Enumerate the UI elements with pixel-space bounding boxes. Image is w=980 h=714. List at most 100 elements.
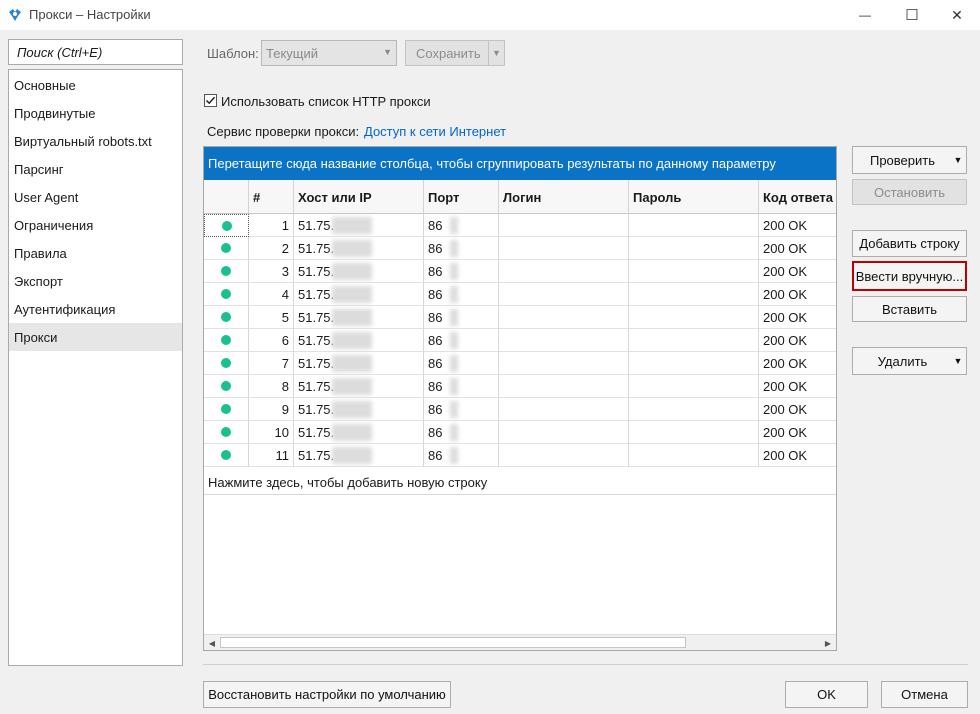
response-code-cell[interactable]: 200 OK (759, 260, 836, 283)
login-cell[interactable] (499, 283, 629, 306)
status-cell[interactable] (204, 398, 249, 421)
nav-item-export[interactable]: Экспорт (9, 267, 182, 295)
status-cell[interactable] (204, 283, 249, 306)
login-cell[interactable] (499, 352, 629, 375)
login-cell[interactable] (499, 375, 629, 398)
login-cell[interactable] (499, 214, 629, 237)
scroll-left-icon[interactable]: ◀ (204, 635, 220, 650)
chevron-down-icon[interactable]: ▼ (950, 348, 966, 374)
password-cell[interactable] (629, 283, 759, 306)
password-cell[interactable] (629, 329, 759, 352)
password-cell[interactable] (629, 421, 759, 444)
number-cell[interactable]: 2 (249, 237, 294, 260)
password-cell[interactable] (629, 444, 759, 467)
host-cell[interactable]: 51.75. (294, 283, 424, 306)
login-cell[interactable] (499, 329, 629, 352)
column-header-login[interactable]: Логин (499, 180, 629, 214)
close-button[interactable]: ✕ (934, 0, 980, 30)
port-cell[interactable]: 86 (424, 306, 499, 329)
delete-button[interactable]: Удалить ▼ (852, 347, 967, 375)
stop-button[interactable]: Остановить (852, 179, 967, 205)
host-cell[interactable]: 51.75. (294, 237, 424, 260)
number-cell[interactable]: 3 (249, 260, 294, 283)
port-cell[interactable]: 86 (424, 352, 499, 375)
host-cell[interactable]: 51.75. (294, 375, 424, 398)
response-code-cell[interactable]: 200 OK (759, 375, 836, 398)
column-header-number[interactable]: # (249, 180, 294, 214)
nav-item-user-agent[interactable]: User Agent (9, 183, 182, 211)
response-code-cell[interactable]: 200 OK (759, 398, 836, 421)
status-cell[interactable] (204, 329, 249, 352)
horizontal-scrollbar[interactable]: ◀ ▶ (204, 634, 836, 650)
status-cell[interactable] (204, 375, 249, 398)
response-code-cell[interactable]: 200 OK (759, 352, 836, 375)
manual-input-button[interactable]: Ввести вручную... (852, 261, 967, 291)
nav-item-proxy[interactable]: Прокси (9, 323, 182, 351)
password-cell[interactable] (629, 398, 759, 421)
host-cell[interactable]: 51.75. (294, 421, 424, 444)
status-cell[interactable] (204, 444, 249, 467)
password-cell[interactable] (629, 352, 759, 375)
port-cell[interactable]: 86 (424, 375, 499, 398)
password-cell[interactable] (629, 214, 759, 237)
response-code-cell[interactable]: 200 OK (759, 329, 836, 352)
use-proxy-label[interactable]: Использовать список HTTP прокси (221, 94, 431, 109)
status-cell[interactable] (204, 352, 249, 375)
status-cell[interactable] (204, 421, 249, 444)
template-select[interactable]: Текущий ▼ (261, 40, 397, 66)
login-cell[interactable] (499, 398, 629, 421)
number-cell[interactable]: 10 (249, 421, 294, 444)
check-button[interactable]: Проверить ▼ (852, 146, 967, 174)
nav-item-authentication[interactable]: Аутентификация (9, 295, 182, 323)
maximize-button[interactable]: ☐ (889, 0, 935, 30)
nav-item-advanced[interactable]: Продвинутые (9, 99, 182, 127)
login-cell[interactable] (499, 444, 629, 467)
number-cell[interactable]: 6 (249, 329, 294, 352)
nav-item-limits[interactable]: Ограничения (9, 211, 182, 239)
settings-search-input[interactable]: Поиск (Ctrl+E) (8, 39, 183, 65)
password-cell[interactable] (629, 375, 759, 398)
response-code-cell[interactable]: 200 OK (759, 237, 836, 260)
password-cell[interactable] (629, 306, 759, 329)
port-cell[interactable]: 86 (424, 237, 499, 260)
login-cell[interactable] (499, 421, 629, 444)
save-template-button[interactable]: Сохранить ▼ (405, 40, 505, 66)
host-cell[interactable]: 51.75. (294, 329, 424, 352)
login-cell[interactable] (499, 306, 629, 329)
add-new-row[interactable]: Нажмите здесь, чтобы добавить новую стро… (204, 468, 836, 495)
login-cell[interactable] (499, 260, 629, 283)
host-cell[interactable]: 51.75. (294, 306, 424, 329)
number-cell[interactable]: 8 (249, 375, 294, 398)
port-cell[interactable]: 86 (424, 421, 499, 444)
host-cell[interactable]: 51.75. (294, 260, 424, 283)
response-code-cell[interactable]: 200 OK (759, 283, 836, 306)
nav-item-rules[interactable]: Правила (9, 239, 182, 267)
number-cell[interactable]: 7 (249, 352, 294, 375)
paste-button[interactable]: Вставить (852, 296, 967, 322)
response-code-cell[interactable]: 200 OK (759, 306, 836, 329)
status-cell[interactable] (204, 260, 249, 283)
port-cell[interactable]: 86 (424, 260, 499, 283)
password-cell[interactable] (629, 237, 759, 260)
scrollbar-thumb[interactable] (220, 637, 686, 648)
host-cell[interactable]: 51.75. (294, 398, 424, 421)
login-cell[interactable] (499, 237, 629, 260)
ok-button[interactable]: OK (785, 681, 868, 708)
number-cell[interactable]: 5 (249, 306, 294, 329)
nav-item-parsing[interactable]: Парсинг (9, 155, 182, 183)
use-proxy-checkbox[interactable] (204, 94, 217, 107)
port-cell[interactable]: 86 (424, 283, 499, 306)
cancel-button[interactable]: Отмена (881, 681, 968, 708)
status-cell[interactable] (204, 306, 249, 329)
nav-item-general[interactable]: Основные (9, 71, 182, 99)
column-header-response-code[interactable]: Код ответа (759, 180, 836, 214)
port-cell[interactable]: 86 (424, 444, 499, 467)
number-cell[interactable]: 1 (249, 214, 294, 237)
port-cell[interactable]: 86 (424, 329, 499, 352)
number-cell[interactable]: 11 (249, 444, 294, 467)
scroll-right-icon[interactable]: ▶ (820, 635, 836, 650)
column-header-port[interactable]: Порт (424, 180, 499, 214)
column-header-password[interactable]: Пароль (629, 180, 759, 214)
column-header-host[interactable]: Хост или IP (294, 180, 424, 214)
number-cell[interactable]: 9 (249, 398, 294, 421)
